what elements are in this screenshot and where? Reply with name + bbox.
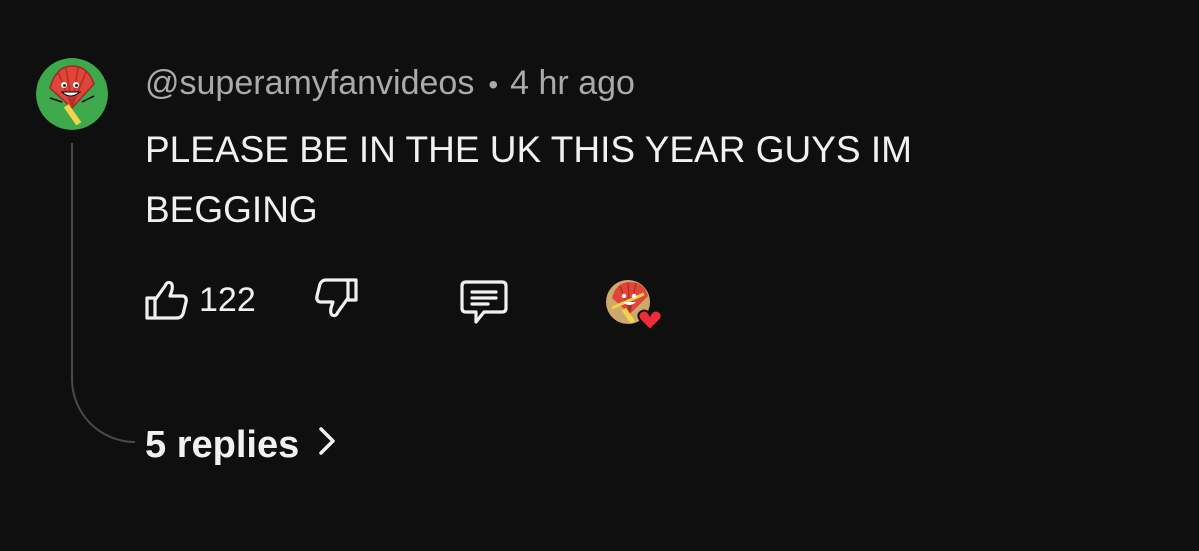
comment-timestamp: 4 hr ago xyxy=(510,64,635,102)
like-count: 122 xyxy=(199,281,256,319)
reply-thread-connector xyxy=(71,143,135,443)
thumbs-up-icon xyxy=(145,280,188,320)
replies-label: 5 replies xyxy=(145,424,300,466)
chevron-right-icon xyxy=(317,420,337,470)
author-handle[interactable]: @superamyfanvideos xyxy=(145,64,474,102)
view-replies-button[interactable]: 5 replies xyxy=(145,420,337,470)
like-button[interactable]: 122 xyxy=(143,276,256,324)
fan-character-avatar-icon xyxy=(36,58,108,130)
comment-header: @superamyfanvideos • 4 hr ago xyxy=(145,63,635,105)
author-avatar[interactable] xyxy=(36,58,108,130)
dislike-button[interactable] xyxy=(312,276,360,324)
creator-heart-badge xyxy=(604,278,668,334)
header-separator: • xyxy=(488,69,499,100)
comment-bubble-icon xyxy=(460,280,508,324)
creator-heart-icon xyxy=(606,280,663,332)
comment-text: PLEASE BE IN THE UK THIS YEAR GUYS IM BE… xyxy=(145,129,912,230)
thumbs-down-icon xyxy=(315,278,358,318)
comment-thread: @superamyfanvideos • 4 hr ago PLEASE BE IN… xyxy=(0,0,1199,551)
reply-button[interactable] xyxy=(458,278,510,326)
